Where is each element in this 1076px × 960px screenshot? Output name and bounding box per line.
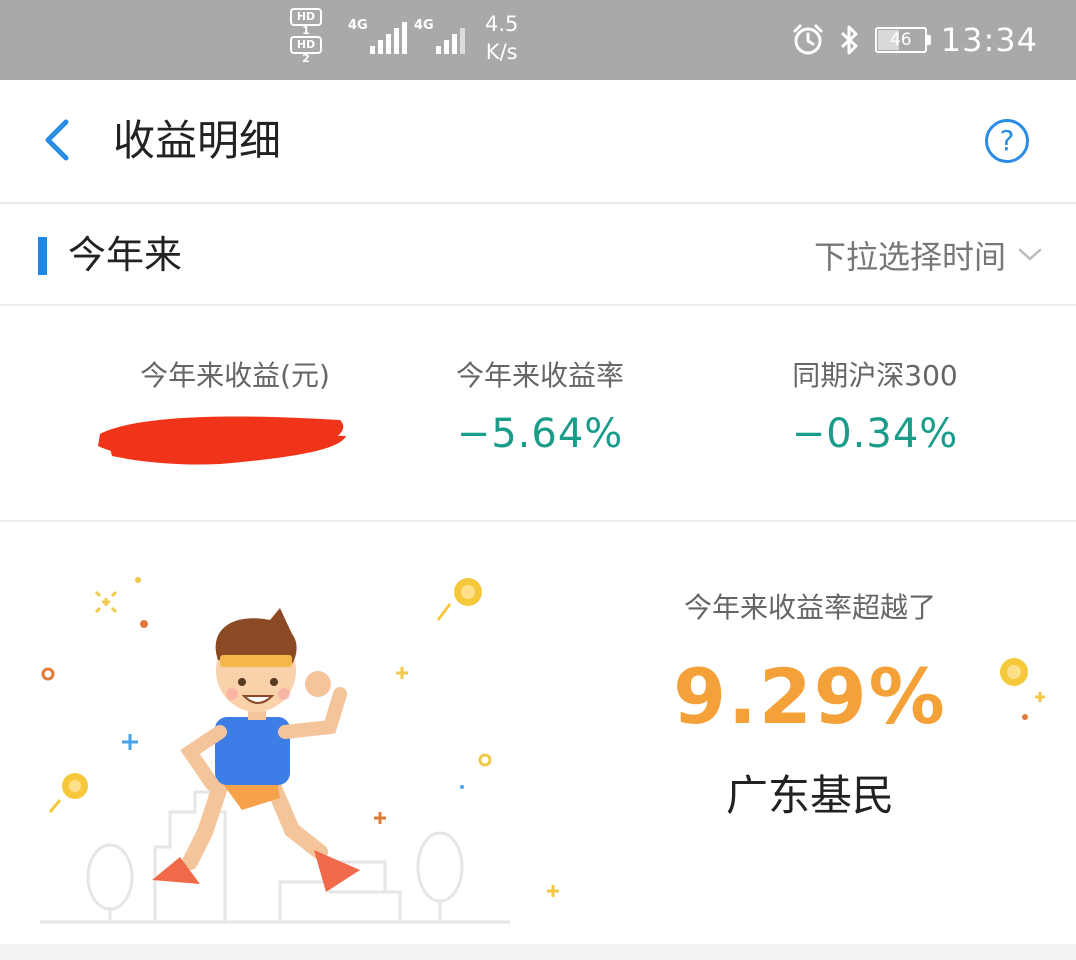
stat-label: 今年来收益(元) [140, 359, 330, 392]
sim1-hd-badge: HD 1 [290, 8, 322, 37]
running-man-illustration [40, 577, 559, 924]
help-button[interactable]: ? [985, 119, 1029, 163]
signal-2-icon: 4G [414, 18, 474, 54]
battery-level: 46 [889, 30, 912, 50]
stat-value: −5.64% [456, 411, 624, 457]
signal-1-icon: 4G [348, 18, 408, 54]
section-marker [38, 237, 47, 275]
stat-label: 同期沪深300 [792, 359, 958, 392]
coin-icon [48, 773, 88, 813]
stat-value: −0.34% [791, 411, 959, 457]
beat-ranking-card: 今年来收益率超越了 9.29% 广东基民 [0, 522, 1076, 944]
period-dropdown[interactable]: 下拉选择时间 [814, 232, 1042, 278]
back-button[interactable] [36, 116, 86, 166]
network-speed-unit: K/s [485, 40, 518, 64]
status-bar: HD 1 HD 2 4G 4G 4.5 K/s 46 13:34 [0, 0, 1076, 80]
stats-panel: 今年来收益(元) 今年来收益率 −5.64% 同期沪深300 −0.34% [0, 306, 1076, 522]
question-circle-icon: ? [999, 124, 1015, 157]
beat-caption: 今年来收益率超越了 [683, 591, 936, 624]
runner-figure [152, 608, 360, 892]
alarm-icon [791, 23, 825, 57]
stat-ytd-return: 今年来收益率 −5.64% [400, 356, 680, 462]
stat-csi300: 同期沪深300 −0.34% [740, 356, 1010, 462]
stat-ytd-earnings: 今年来收益(元) [60, 356, 410, 406]
period-row: 今年来 下拉选择时间 [0, 204, 1076, 306]
stat-label: 今年来收益率 [455, 359, 624, 392]
coin-icon [436, 578, 482, 621]
clock: 13:34 [940, 21, 1038, 59]
sparkles [41, 590, 559, 897]
bluetooth-icon [837, 23, 863, 57]
bottom-divider [0, 944, 1076, 960]
network-type-1: 4G [348, 18, 368, 33]
beat-percent: 9.29% [673, 652, 947, 741]
network-speed-value: 4.5 [485, 12, 519, 36]
network-speed: 4.5 K/s [485, 10, 518, 66]
period-dropdown-text: 下拉选择时间 [813, 238, 1006, 276]
chevron-down-icon [1018, 248, 1042, 261]
page-title: 收益明细 [113, 116, 282, 165]
redaction-mark [98, 416, 346, 465]
period-label: 今年来 [68, 233, 183, 277]
battery-icon: 46 [874, 27, 931, 53]
chevron-left-icon [45, 119, 69, 161]
beat-region: 广东基民 [725, 771, 894, 820]
network-type-2: 4G [414, 18, 434, 33]
coin-icon [1000, 658, 1045, 720]
sim2-hd-badge: HD 2 [290, 36, 322, 65]
title-bar: 收益明细 ? [0, 80, 1076, 204]
sim-indicators: HD 1 HD 2 [290, 8, 340, 68]
